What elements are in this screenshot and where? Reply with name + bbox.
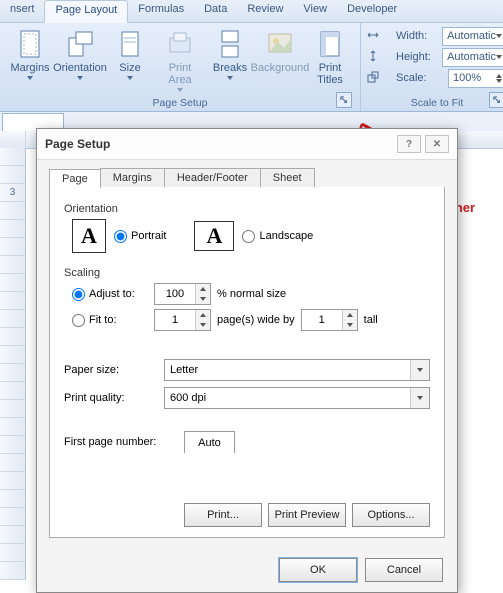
chevron-down-icon <box>496 34 502 38</box>
chevron-down-icon <box>496 55 502 59</box>
tab-insert[interactable]: nsert <box>0 0 44 22</box>
adjust-to-radio[interactable]: Adjust to: <box>72 288 148 301</box>
first-page-input[interactable] <box>184 431 235 453</box>
dialog-title: Page Setup <box>45 137 110 151</box>
paper-size-combo[interactable] <box>164 359 430 381</box>
chevron-down-icon <box>127 76 133 80</box>
breaks-icon <box>214 28 246 60</box>
group-scale-to-fit: Width: Automatic Height: Automatic Scale… <box>361 23 503 111</box>
print-quality-label: Print quality: <box>64 392 154 404</box>
first-page-label: First page number: <box>64 436 174 448</box>
print-area-icon <box>164 28 196 60</box>
margins-icon <box>14 28 46 60</box>
group-title-page-setup: Page Setup <box>6 95 354 110</box>
scale-icon <box>367 71 379 86</box>
chevron-down-icon <box>227 76 233 80</box>
fit-mid-label: page(s) wide by <box>217 314 295 326</box>
cancel-button[interactable]: Cancel <box>365 558 443 582</box>
tab-margins[interactable]: Margins <box>100 168 165 187</box>
size-icon <box>114 28 146 60</box>
adjust-suffix: % normal size <box>217 288 286 300</box>
scale-field[interactable]: 100% <box>448 69 503 88</box>
page-setup-dialog: Page Setup ? ✕ Page Margins Header/Foote… <box>36 128 458 593</box>
print-area-button[interactable]: Print Area <box>156 26 204 95</box>
tab-data[interactable]: Data <box>194 0 237 22</box>
fit-tall-spinner[interactable] <box>301 309 358 331</box>
ribbon-tabbar: nsert Page Layout Formulas Data Review V… <box>0 0 503 23</box>
height-field[interactable]: Automatic <box>442 48 503 67</box>
portrait-icon: A <box>72 219 106 253</box>
chevron-down-icon <box>77 76 83 80</box>
margins-button[interactable]: Margins <box>6 26 54 95</box>
print-preview-button[interactable]: Print Preview <box>268 503 346 527</box>
paper-size-label: Paper size: <box>64 364 154 376</box>
adjust-to-spinner[interactable] <box>154 283 211 305</box>
dialog-launcher-page-setup[interactable] <box>336 92 352 108</box>
tab-header-footer[interactable]: Header/Footer <box>164 168 261 187</box>
group-title-scale-to-fit: Scale to Fit <box>367 95 503 110</box>
fit-wide-spinner[interactable] <box>154 309 211 331</box>
tab-review[interactable]: Review <box>237 0 293 22</box>
fit-to-radio[interactable]: Fit to: <box>72 314 148 327</box>
print-titles-button[interactable]: Print Titles <box>306 26 354 95</box>
dialog-launcher-scale-to-fit[interactable] <box>489 92 503 108</box>
tab-view[interactable]: View <box>293 0 337 22</box>
group-page-setup: Margins Orientation Size <box>0 23 361 111</box>
tab-page[interactable]: Page <box>49 169 101 188</box>
landscape-radio[interactable]: Landscape <box>242 230 313 243</box>
print-button[interactable]: Print... <box>184 503 262 527</box>
chevron-down-icon <box>27 76 33 80</box>
row-headers: 3 <box>0 148 26 580</box>
dialog-tabs: Page Margins Header/Footer Sheet <box>49 168 445 188</box>
chevron-down-icon <box>410 388 429 408</box>
background-button[interactable]: Background <box>256 26 304 95</box>
row-header-3[interactable]: 3 <box>0 184 25 202</box>
background-icon <box>264 28 296 60</box>
portrait-radio[interactable]: Portrait <box>114 230 166 243</box>
fit-suffix: tall <box>364 314 378 326</box>
height-label: Height: <box>382 51 439 63</box>
close-button[interactable]: ✕ <box>425 135 449 153</box>
size-button[interactable]: Size <box>106 26 154 95</box>
print-titles-icon <box>314 28 346 60</box>
tab-sheet[interactable]: Sheet <box>260 168 315 187</box>
ok-button[interactable]: OK <box>279 558 357 582</box>
orientation-button[interactable]: Orientation <box>56 26 104 95</box>
dialog-panel: Orientation A Portrait A Landscape Scali… <box>49 187 445 538</box>
tab-developer[interactable]: Developer <box>337 0 407 22</box>
chevron-down-icon <box>177 88 183 92</box>
print-quality-combo[interactable] <box>164 387 430 409</box>
scaling-label: Scaling <box>64 267 430 279</box>
orientation-icon <box>64 28 96 60</box>
landscape-icon: A <box>194 221 234 251</box>
tab-formulas[interactable]: Formulas <box>128 0 194 22</box>
options-button[interactable]: Options... <box>352 503 430 527</box>
help-button[interactable]: ? <box>397 135 421 153</box>
height-icon <box>367 50 379 65</box>
ribbon: Margins Orientation Size <box>0 23 503 112</box>
scale-label: Scale: <box>382 72 445 84</box>
breaks-button[interactable]: Breaks <box>206 26 254 95</box>
dialog-titlebar[interactable]: Page Setup ? ✕ <box>37 129 457 160</box>
width-field[interactable]: Automatic <box>442 27 503 46</box>
chevron-down-icon <box>410 360 429 380</box>
tab-page-layout[interactable]: Page Layout <box>44 0 128 23</box>
width-label: Width: <box>382 30 439 42</box>
orientation-label: Orientation <box>64 203 430 215</box>
width-icon <box>367 29 379 44</box>
